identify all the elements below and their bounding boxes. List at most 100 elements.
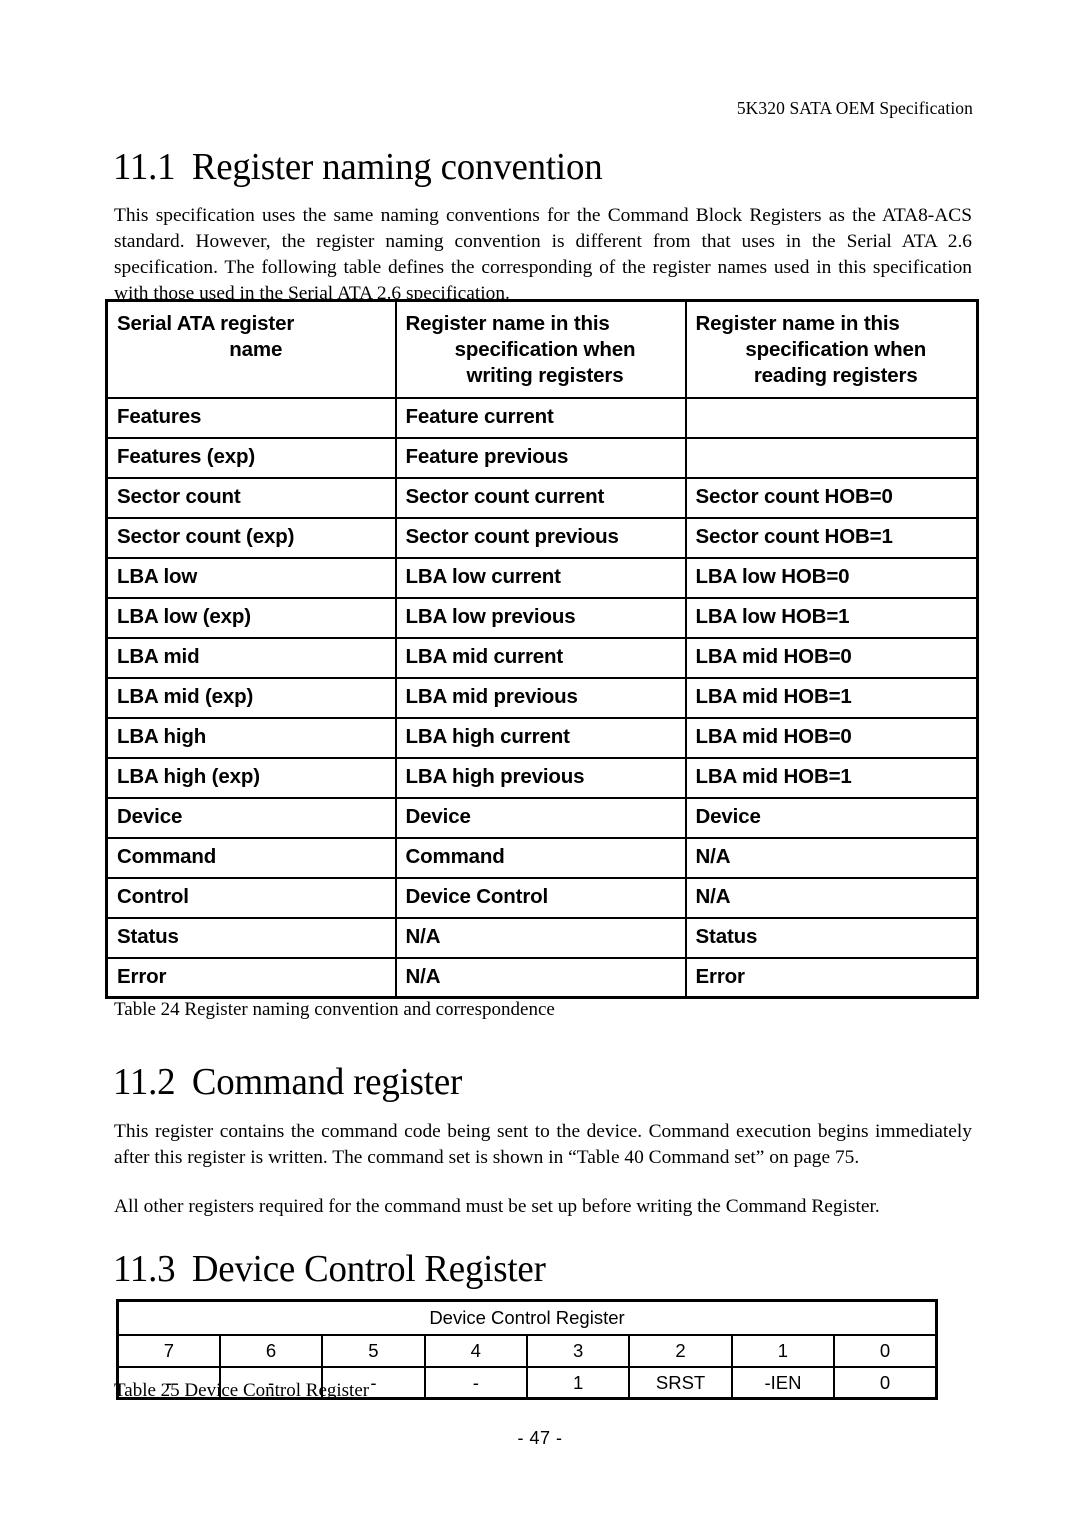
header-line: reading registers	[753, 364, 918, 387]
cell-write-name: Feature current	[394, 396, 687, 439]
section-title-11-2: Command register	[191, 1061, 463, 1103]
dcr-title-row: Device Control Register	[116, 1299, 938, 1336]
dcr-bit-value: 1	[525, 1365, 631, 1400]
cell-serial-name: Sector count	[105, 476, 397, 519]
cell-read-name: Device	[684, 796, 979, 839]
section-heading-11-2: 11.2 Command register	[113, 1063, 462, 1101]
section-number-11-3: 11.3	[113, 1248, 176, 1290]
cell-serial-name: LBA high	[105, 716, 397, 759]
table-row: Device Device Device	[105, 796, 979, 839]
header-line: specification when	[745, 338, 927, 361]
dcr-bit-value: SRST	[628, 1365, 733, 1400]
cell-write-name: Sector count previous	[394, 516, 687, 559]
cell-read-name: N/A	[684, 876, 979, 919]
cell-write-name: LBA high current	[394, 716, 687, 759]
cell-serial-name: LBA mid (exp)	[105, 676, 397, 719]
paragraph-11-1-intro: This specification uses the same naming …	[114, 205, 972, 305]
cell-write-name: Feature previous	[394, 436, 687, 479]
column-header-reading-registers: Register name in this specification when…	[684, 299, 979, 399]
dcr-bit-value: -IEN	[730, 1365, 836, 1400]
section-number-11-1: 11.1	[113, 146, 176, 188]
table-row: LBA high LBA high current LBA mid HOB=0	[105, 716, 979, 759]
table-row: Error N/A Error	[105, 956, 979, 999]
dcr-bit-value: -	[423, 1365, 529, 1400]
dcr-bit-number: 5	[321, 1333, 426, 1368]
column-header-writing-registers: Register name in this specification when…	[394, 299, 687, 399]
column-header-serial-ata-register-name: Serial ATA register name	[105, 299, 397, 399]
table-25-caption: Table 25 Device Control Register	[114, 1380, 370, 1401]
dcr-bit-number-row: 7 6 5 4 3 2 1 0	[116, 1333, 938, 1368]
dcr-bit-number: 1	[730, 1333, 836, 1368]
running-header: 5K320 SATA OEM Specification	[736, 98, 973, 118]
cell-write-name: LBA mid previous	[394, 676, 687, 719]
table-row: Status N/A Status	[105, 916, 979, 959]
header-line: name	[229, 338, 283, 361]
cell-serial-name: LBA mid	[105, 636, 397, 679]
cell-read-name: Sector count HOB=0	[684, 476, 979, 519]
section-heading-11-1: 11.1 Register naming convention	[113, 146, 603, 188]
cell-write-name: LBA mid current	[394, 636, 687, 679]
cell-read-name: LBA mid HOB=0	[684, 716, 979, 759]
cell-read-name: Status	[684, 916, 979, 959]
header-line: Serial ATA register	[117, 312, 295, 335]
section-title-11-1: Register naming convention	[191, 146, 603, 188]
dcr-bit-value: 0	[833, 1365, 938, 1400]
dcr-title-cell: Device Control Register	[116, 1299, 938, 1336]
cell-read-name: LBA mid HOB=0	[684, 636, 979, 679]
cell-write-name: LBA low current	[394, 556, 687, 599]
document-page: 5K320 SATA OEM Specification 11.1 Registe…	[0, 0, 1080, 1527]
cell-serial-name: Device	[105, 796, 397, 839]
dcr-bit-number: 6	[218, 1333, 324, 1368]
register-naming-table: Serial ATA register name Register name i…	[105, 299, 979, 999]
cell-write-name: Command	[394, 836, 687, 879]
table-row: LBA high (exp) LBA high previous LBA mid…	[105, 756, 979, 799]
cell-write-name: LBA low previous	[394, 596, 687, 639]
cell-read-name: LBA mid HOB=1	[684, 756, 979, 799]
cell-serial-name: Features (exp)	[105, 436, 397, 479]
table-row: Command Command N/A	[105, 836, 979, 879]
cell-read-name: N/A	[684, 836, 979, 879]
header-line: specification when	[454, 338, 636, 361]
cell-write-name: Sector count current	[394, 476, 687, 519]
table-row: LBA mid LBA mid current LBA mid HOB=0	[105, 636, 979, 679]
table-24-caption: Table 24 Register naming convention and …	[114, 999, 555, 1020]
table-row: Features Feature current	[105, 396, 979, 439]
header-line: Register name in this	[405, 312, 610, 335]
dcr-bit-number: 4	[423, 1333, 529, 1368]
cell-read-name: Error	[684, 956, 979, 999]
cell-serial-name: Control	[105, 876, 397, 919]
cell-serial-name: LBA low (exp)	[105, 596, 397, 639]
cell-write-name: LBA high previous	[394, 756, 687, 799]
cell-serial-name: LBA low	[105, 556, 397, 599]
dcr-bit-number: 7	[116, 1333, 221, 1368]
page-number: - 47 -	[517, 1428, 563, 1448]
cell-serial-name: Status	[105, 916, 397, 959]
section-number-11-2: 11.2	[113, 1061, 176, 1103]
cell-serial-name: Features	[105, 396, 397, 439]
table-header-row: Serial ATA register name Register name i…	[105, 299, 979, 399]
paragraph-11-2-first: This register contains the command code …	[114, 1121, 972, 1169]
table-row: LBA low LBA low current LBA low HOB=0	[105, 556, 979, 599]
table-row: Features (exp) Feature previous	[105, 436, 979, 479]
dcr-bit-number: 0	[833, 1333, 938, 1368]
table-row: Sector count Sector count current Sector…	[105, 476, 979, 519]
cell-write-name: Device Control	[394, 876, 687, 919]
header-line: Register name in this	[695, 312, 900, 335]
dcr-bit-number: 3	[525, 1333, 631, 1368]
cell-serial-name: LBA high (exp)	[105, 756, 397, 799]
dcr-bit-number: 2	[628, 1333, 733, 1368]
cell-serial-name: Command	[105, 836, 397, 879]
cell-read-name: LBA mid HOB=1	[684, 676, 979, 719]
paragraph-11-2-second: All other registers required for the com…	[114, 1196, 880, 1217]
cell-write-name: Device	[394, 796, 687, 839]
cell-read-name: LBA low HOB=1	[684, 596, 979, 639]
cell-write-name: N/A	[394, 956, 687, 999]
section-title-11-3: Device Control Register	[191, 1248, 546, 1290]
cell-serial-name: Error	[105, 956, 397, 999]
cell-read-name: LBA low HOB=0	[684, 556, 979, 599]
cell-read-name	[684, 436, 979, 479]
table-row: Sector count (exp) Sector count previous…	[105, 516, 979, 559]
cell-serial-name: Sector count (exp)	[105, 516, 397, 559]
register-naming-table-body: Serial ATA register name Register name i…	[105, 299, 979, 999]
cell-write-name: N/A	[394, 916, 687, 959]
